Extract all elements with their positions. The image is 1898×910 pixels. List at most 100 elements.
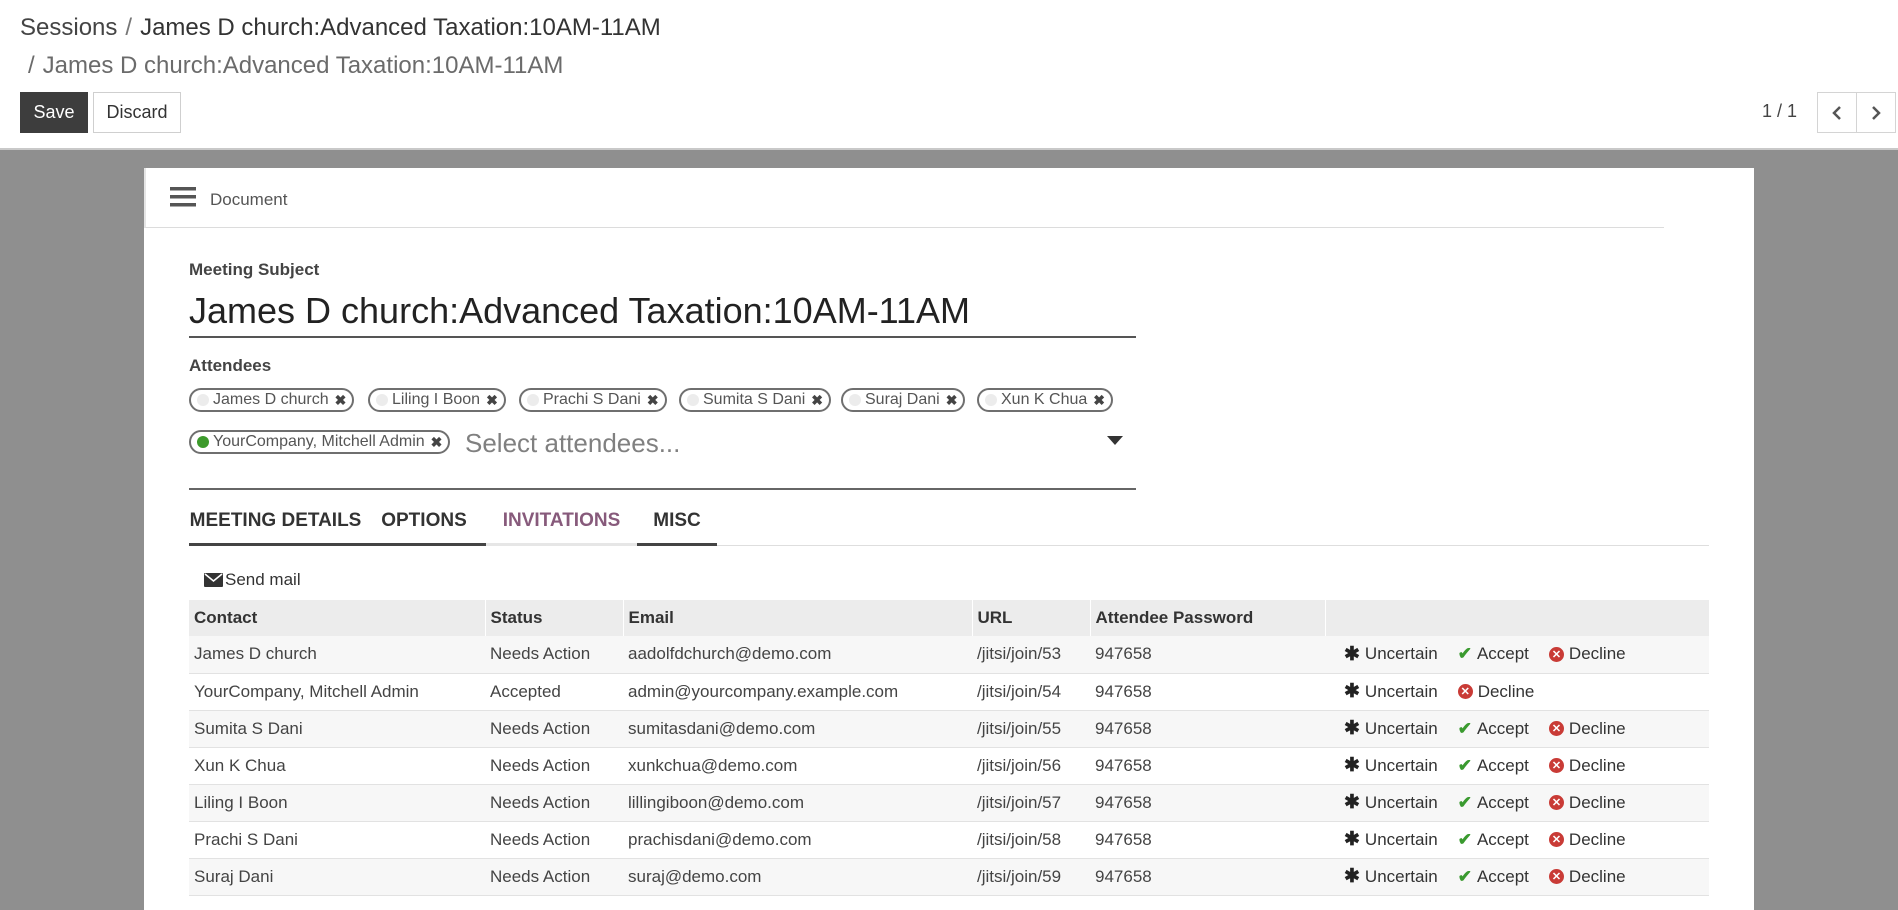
accept-button[interactable]: ✔ Accept xyxy=(1458,830,1529,850)
actions-cell: ✱ Uncertain ✔ Accept ✕ Decline xyxy=(1325,858,1709,896)
send-mail-button[interactable]: Send mail xyxy=(204,570,301,590)
column-header-contact[interactable]: Contact xyxy=(189,600,486,636)
decline-button[interactable]: ✕ Decline xyxy=(1548,644,1626,664)
asterisk-icon: ✱ xyxy=(1344,718,1360,739)
email-cell: suraj@demo.com xyxy=(623,858,972,896)
tab-meeting-details[interactable]: MEETING DETAILS xyxy=(189,498,362,546)
decline-button[interactable]: ✕ Decline xyxy=(1548,756,1626,776)
column-header-status[interactable]: Status xyxy=(485,600,624,636)
remove-tag-icon[interactable]: ✖ xyxy=(1093,392,1105,409)
accept-button[interactable]: ✔ Accept xyxy=(1458,644,1529,664)
accept-button[interactable]: ✔ Accept xyxy=(1458,719,1529,739)
uncertain-button[interactable]: ✱ Uncertain xyxy=(1344,719,1438,739)
attendee-tag[interactable]: Liling I Boon ✖ xyxy=(368,388,506,412)
breadcrumb-separator: / xyxy=(125,14,133,41)
decline-button[interactable]: ✕ Decline xyxy=(1548,867,1626,887)
url-cell: /jitsi/join/53 xyxy=(972,636,1090,674)
attendee-tag[interactable]: Prachi S Dani ✖ xyxy=(519,388,667,412)
pager-value[interactable]: 1 / 1 xyxy=(1762,101,1797,122)
attendee-status-dot xyxy=(197,394,209,406)
uncertain-button[interactable]: ✱ Uncertain xyxy=(1344,830,1438,850)
column-header-url[interactable]: URL xyxy=(972,600,1091,636)
select-attendees-input[interactable] xyxy=(465,426,1105,460)
meeting-subject-input[interactable]: James D church:Advanced Taxation:10AM-11… xyxy=(189,290,1136,338)
decline-button[interactable]: ✕ Decline xyxy=(1548,830,1626,850)
url-cell: /jitsi/join/58 xyxy=(972,821,1090,859)
email-cell: prachisdani@demo.com xyxy=(623,821,972,859)
remove-tag-icon[interactable]: ✖ xyxy=(647,392,659,409)
row-actions: ✱ Uncertain ✔ Accept ✕ Decline xyxy=(1330,719,1704,739)
hamburger-menu-icon[interactable] xyxy=(170,186,196,208)
check-icon: ✔ xyxy=(1457,755,1472,775)
tab-options[interactable]: OPTIONS xyxy=(362,498,486,546)
attendee-status-dot xyxy=(197,436,209,448)
uncertain-button[interactable]: ✱ Uncertain xyxy=(1344,756,1438,776)
attendee-tag[interactable]: YourCompany, Mitchell Admin ✖ xyxy=(189,430,451,454)
status-cell: Accepted xyxy=(485,673,623,711)
accept-button[interactable]: ✔ Accept xyxy=(1458,867,1529,887)
url-cell: /jitsi/join/55 xyxy=(972,710,1090,748)
password-cell: 947658 xyxy=(1090,710,1325,748)
breadcrumb-sessions[interactable]: Sessions xyxy=(20,14,117,41)
actions-cell: ✱ Uncertain ✔ Accept ✕ Decline xyxy=(1325,747,1709,785)
row-actions: ✱ Uncertain ✔ Accept ✕ Decline xyxy=(1330,867,1704,887)
uncertain-button[interactable]: ✱ Uncertain xyxy=(1344,682,1438,702)
accept-button-label: Accept xyxy=(1476,755,1529,775)
column-header-actions xyxy=(1325,600,1710,636)
asterisk-icon: ✱ xyxy=(1344,866,1360,887)
attendee-tag[interactable]: Suraj Dani ✖ xyxy=(841,388,966,412)
status-cell: Needs Action xyxy=(485,858,623,896)
remove-tag-icon[interactable]: ✖ xyxy=(431,434,443,451)
email-cell: sumitasdani@demo.com xyxy=(623,710,972,748)
table-row[interactable]: Prachi S Dani Needs Action prachisdani@dem… xyxy=(189,821,1709,859)
decline-button[interactable]: ✕ Decline xyxy=(1457,682,1534,702)
attendee-tag[interactable]: Xun K Chua ✖ xyxy=(977,388,1114,412)
remove-tag-icon[interactable]: ✖ xyxy=(811,392,823,409)
uncertain-button-label: Uncertain xyxy=(1364,644,1438,664)
tab-misc[interactable]: MISC xyxy=(637,498,717,546)
asterisk-icon: ✱ xyxy=(1344,792,1360,813)
attendee-tag[interactable]: James D church ✖ xyxy=(189,388,355,412)
actions-cell: ✱ Uncertain ✔ Accept ✕ Decline xyxy=(1325,710,1709,748)
remove-tag-icon[interactable]: ✖ xyxy=(486,392,498,409)
uncertain-button[interactable]: ✱ Uncertain xyxy=(1344,793,1438,813)
decline-button[interactable]: ✕ Decline xyxy=(1548,719,1626,739)
table-row[interactable]: Liling I Boon Needs Action lillingiboon@de… xyxy=(189,784,1709,822)
table-row[interactable]: Sumita S Dani Needs Action sumitasdani@dem… xyxy=(189,710,1709,748)
pager-next-button[interactable] xyxy=(1856,92,1896,133)
uncertain-button-label: Uncertain xyxy=(1364,681,1438,701)
password-cell: 947658 xyxy=(1090,636,1325,674)
notebook-tabs: MEETING DETAILS OPTIONS INVITATIONS MISC xyxy=(189,498,1709,546)
remove-tag-icon[interactable]: ✖ xyxy=(335,392,347,409)
column-header-password[interactable]: Attendee Password xyxy=(1090,600,1326,636)
table-row[interactable]: Xun K Chua Needs Action xunkchua@demo.com /… xyxy=(189,747,1709,785)
attendee-tag[interactable]: Sumita S Dani ✖ xyxy=(679,388,831,412)
row-actions: ✱ Uncertain ✔ Accept ✕ Decline xyxy=(1330,830,1704,850)
table-row[interactable]: YourCompany, Mitchell Admin Accepted admin… xyxy=(189,673,1709,711)
accept-button[interactable]: ✔ Accept xyxy=(1458,793,1529,813)
decline-button[interactable]: ✕ Decline xyxy=(1548,793,1626,813)
table-row[interactable]: Suraj Dani Needs Action suraj@demo.com/jit… xyxy=(189,858,1709,896)
accept-button[interactable]: ✔ Accept xyxy=(1458,756,1529,776)
breadcrumb-current[interactable]: James D church:Advanced Taxation:10AM-11… xyxy=(140,14,661,41)
uncertain-button[interactable]: ✱ Uncertain xyxy=(1344,867,1438,887)
save-button[interactable]: Save xyxy=(20,92,88,133)
password-cell: 947658 xyxy=(1090,858,1325,896)
caret-down-icon[interactable] xyxy=(1107,436,1123,445)
uncertain-button[interactable]: ✱ Uncertain xyxy=(1344,644,1438,664)
attendees-field[interactable]: James D church ✖ Liling I Boon ✖ Prachi … xyxy=(189,388,1136,490)
discard-button[interactable]: Discard xyxy=(93,92,181,133)
attendee-status-dot xyxy=(376,394,388,406)
times-circle-icon: ✕ xyxy=(1548,832,1564,847)
attendee-status-dot xyxy=(687,394,699,406)
contact-cell: Xun K Chua xyxy=(189,747,485,785)
column-header-email[interactable]: Email xyxy=(623,600,973,636)
tab-invitations[interactable]: INVITATIONS xyxy=(486,498,637,546)
remove-tag-icon[interactable]: ✖ xyxy=(946,392,958,409)
email-cell: lillingiboon@demo.com xyxy=(623,784,972,822)
actions-cell: ✱ Uncertain ✔ Accept ✕ Decline xyxy=(1325,636,1709,674)
table-row[interactable]: James D church Needs Action aadolfdchurch@… xyxy=(189,636,1709,674)
uncertain-button-label: Uncertain xyxy=(1364,866,1438,886)
times-circle-icon: ✕ xyxy=(1548,795,1564,810)
pager-previous-button[interactable] xyxy=(1817,92,1857,133)
